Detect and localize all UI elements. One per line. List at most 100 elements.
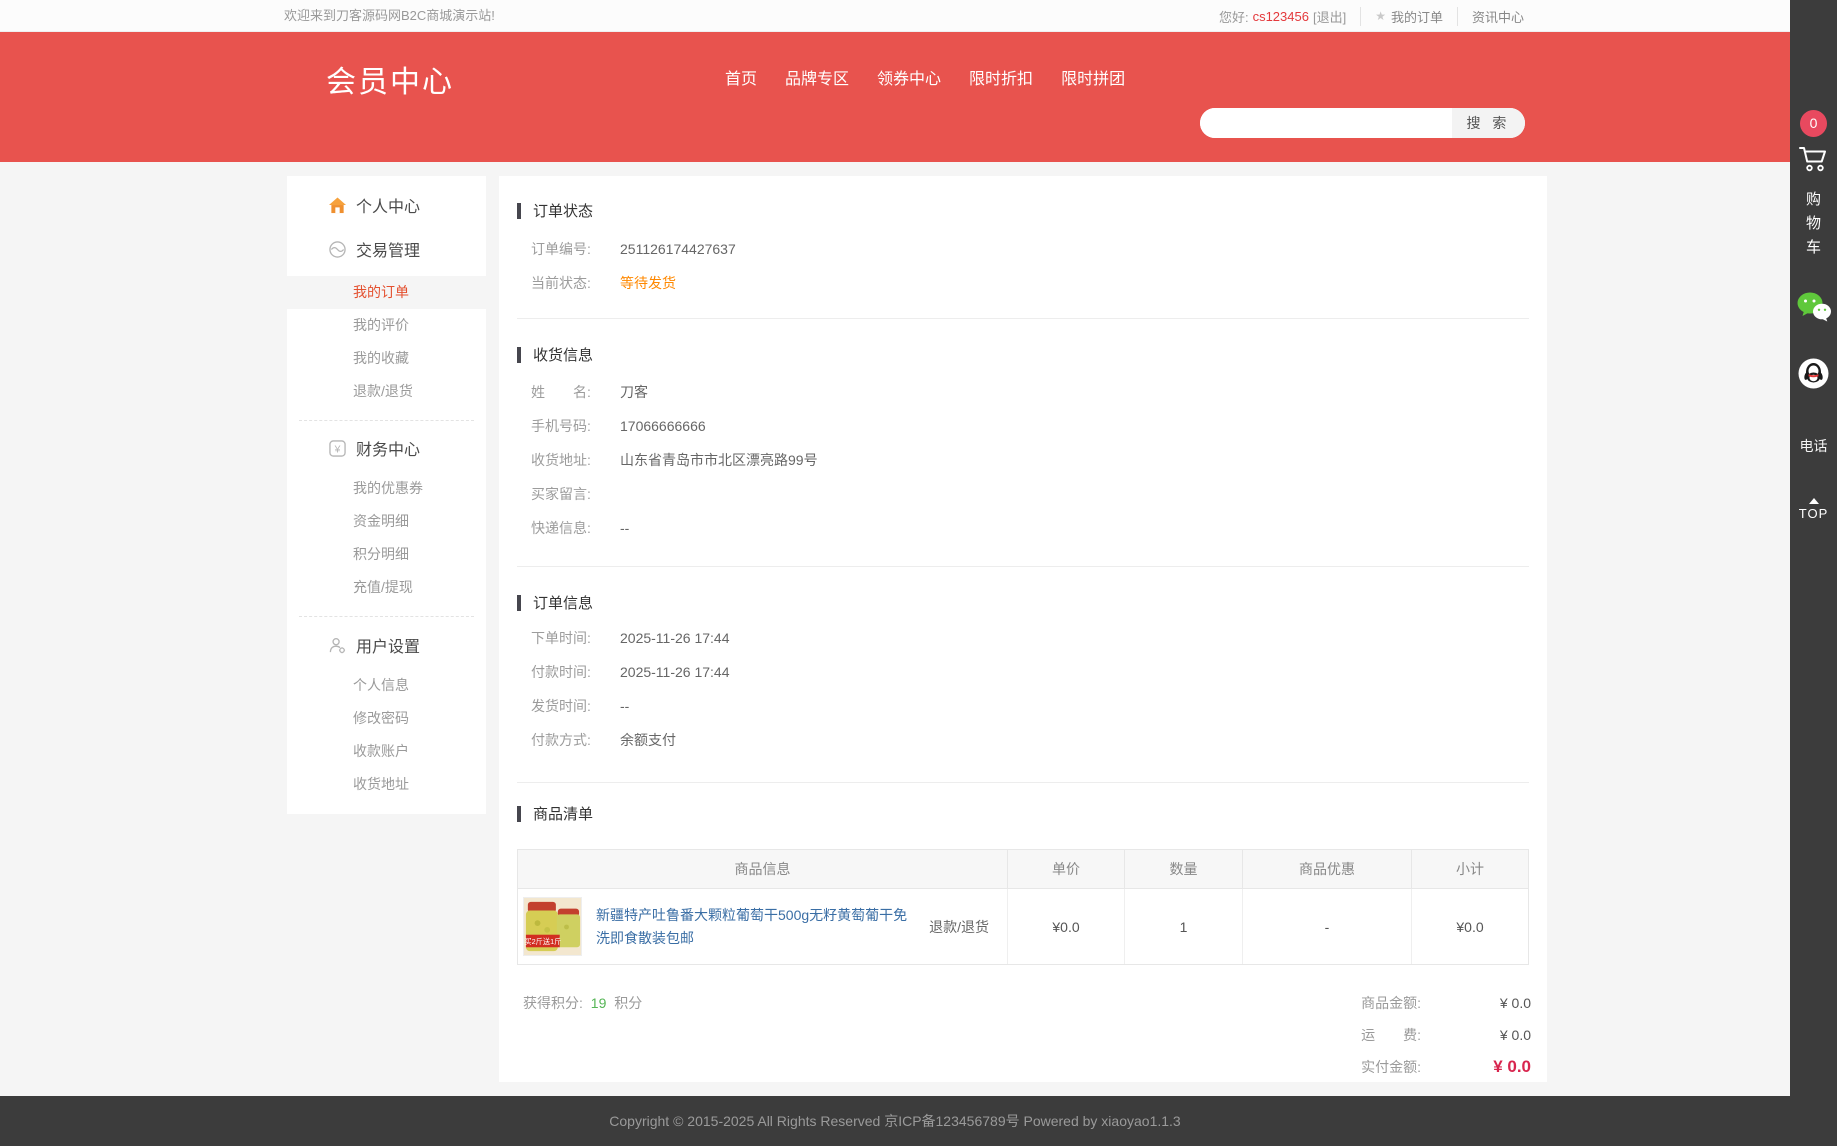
- sidebar-item-my-coupons[interactable]: 我的优惠券: [287, 472, 486, 505]
- back-to-top-button[interactable]: TOP: [1790, 498, 1837, 521]
- sidebar-section-trade[interactable]: 交易管理: [287, 234, 486, 264]
- yuan-wallet-icon: ¥: [329, 439, 346, 457]
- news-center-link[interactable]: 资讯中心: [1472, 7, 1524, 26]
- sidebar-item-refunds[interactable]: 退款/退货: [287, 375, 486, 408]
- express-row: 快递信息: --: [531, 511, 1547, 545]
- refund-link[interactable]: 退款/退货: [929, 917, 989, 937]
- order-detail-panel: 订单状态 订单编号: 251126174427637 当前状态: 等待发货 收货…: [499, 176, 1547, 1082]
- username-link[interactable]: cs123456: [1253, 9, 1309, 24]
- receiver-name-row: 姓 名: 刀客: [531, 375, 1547, 409]
- product-info-cell: 买2斤送1斤 新疆特产吐鲁番大颗粒葡萄干500g无籽黄萄葡干免洗即食散装包邮 退…: [518, 889, 1007, 964]
- my-orders-group[interactable]: ★ 我的订单: [1360, 6, 1457, 26]
- sidebar-item-shipping-address[interactable]: 收货地址: [287, 768, 486, 801]
- col-header-subtotal: 小计: [1411, 850, 1528, 888]
- section-title-order-status: 订单状态: [517, 200, 1547, 221]
- section-divider: [517, 318, 1529, 319]
- address-value: 山东省青岛市市北区漂亮路99号: [620, 452, 818, 468]
- sidebar-item-fund-details[interactable]: 资金明细: [287, 505, 486, 538]
- qq-icon[interactable]: [1798, 358, 1829, 389]
- section-title-order-info: 订单信息: [517, 592, 1547, 613]
- nav-item-group-buy[interactable]: 限时拼团: [1061, 65, 1125, 89]
- pay-method-label: 付款方式:: [531, 732, 591, 748]
- paid-time-row: 付款时间: 2025-11-26 17:44: [531, 655, 1547, 689]
- svg-text:¥: ¥: [334, 444, 341, 455]
- paid-time-value: 2025-11-26 17:44: [620, 664, 730, 680]
- news-center-group[interactable]: 资讯中心: [1456, 6, 1538, 26]
- freight-value: ¥ 0.0: [1499, 1027, 1531, 1043]
- sidebar-item-profile[interactable]: 个人信息: [287, 669, 486, 702]
- sidebar-section-settings[interactable]: 用户设置: [287, 630, 486, 660]
- status-badge: 等待发货: [620, 275, 676, 291]
- search-button[interactable]: 搜 索: [1452, 108, 1525, 138]
- sidebar-item-change-password[interactable]: 修改密码: [287, 702, 486, 735]
- top-utility-bar: 欢迎来到刀客源码网B2C商城演示站! 您好: cs123456 [退出] ★ 我…: [0, 0, 1790, 32]
- sidebar-item-my-favorites[interactable]: 我的收藏: [287, 342, 486, 375]
- goods-amount-label: 商品金额:: [1361, 995, 1421, 1011]
- payable-label: 实付金额:: [1361, 1059, 1421, 1075]
- page-title: 会员中心: [326, 66, 454, 99]
- nav-item-flash-discount[interactable]: 限时折扣: [969, 65, 1033, 89]
- nav-item-home[interactable]: 首页: [725, 65, 757, 89]
- phone-contact[interactable]: 电话: [1790, 436, 1837, 456]
- quantity-cell: 1: [1124, 889, 1242, 964]
- receiver-name-label: 姓 名:: [531, 384, 591, 400]
- col-header-discount: 商品优惠: [1242, 850, 1411, 888]
- col-header-product-info: 商品信息: [734, 861, 791, 877]
- product-title-link[interactable]: 新疆特产吐鲁番大颗粒葡萄干500g无籽黄萄葡干免洗即食散装包邮: [596, 904, 908, 950]
- sidebar-section-finance[interactable]: ¥ 财务中心: [287, 433, 486, 463]
- goods-amount-row: 商品金额: ¥ 0.0: [1361, 987, 1531, 1019]
- my-orders-link[interactable]: 我的订单: [1391, 7, 1443, 26]
- user-settings-icon: [329, 637, 346, 653]
- created-time-label: 下单时间:: [531, 630, 591, 646]
- sidebar-section-label: 交易管理: [356, 243, 421, 260]
- discount-cell: -: [1242, 889, 1411, 964]
- section-title-product-list: 商品清单: [517, 803, 1547, 824]
- address-label: 收货地址:: [531, 452, 591, 468]
- sidebar-item-my-orders[interactable]: 我的订单: [287, 276, 486, 309]
- copyright-text: Copyright © 2015-2025 All Rights Reserve…: [609, 1113, 1181, 1129]
- order-status-row: 当前状态: 等待发货: [531, 266, 1547, 300]
- col-header-quantity: 数量: [1124, 850, 1242, 888]
- goods-table-header: 商品信息 单价 数量 商品优惠 小计: [518, 850, 1528, 889]
- sidebar-section-label: 用户设置: [356, 639, 421, 656]
- sidebar-item-points-details[interactable]: 积分明细: [287, 538, 486, 571]
- goods-table-row: 买2斤送1斤 新疆特产吐鲁番大颗粒葡萄干500g无籽黄萄葡干免洗即食散装包邮 退…: [518, 889, 1528, 964]
- order-no-row: 订单编号: 251126174427637: [531, 232, 1547, 266]
- welcome-text: 欢迎来到刀客源码网B2C商城演示站!: [284, 8, 495, 23]
- logout-link[interactable]: [退出]: [1313, 7, 1346, 26]
- goods-amount-value: ¥ 0.0: [1499, 995, 1531, 1011]
- freight-label: 运 费:: [1361, 1027, 1421, 1043]
- sidebar-section-personal-center[interactable]: 个人中心: [287, 190, 486, 220]
- pay-method-value: 余额支付: [620, 732, 676, 748]
- created-time-row: 下单时间: 2025-11-26 17:44: [531, 621, 1547, 655]
- earned-points: 获得积分: 19 积分: [523, 987, 642, 1083]
- cart-label[interactable]: 购物车: [1790, 188, 1837, 260]
- sidebar-divider: [299, 420, 474, 421]
- express-value: --: [620, 520, 630, 536]
- search-bar: 搜 索: [1200, 108, 1525, 138]
- sidebar-item-payment-account[interactable]: 收款账户: [287, 735, 486, 768]
- points-value: 19: [590, 995, 607, 1011]
- shipped-time-row: 发货时间: --: [531, 689, 1547, 723]
- points-unit: 积分: [614, 995, 643, 1011]
- nav-item-coupons[interactable]: 领券中心: [877, 65, 941, 89]
- search-input[interactable]: [1200, 108, 1452, 138]
- phone-label: 手机号码:: [531, 418, 591, 434]
- address-row: 收货地址: 山东省青岛市市北区漂亮路99号: [531, 443, 1547, 477]
- topbar-right: 您好: cs123456 [退出] ★ 我的订单 资讯中心: [1205, 0, 1538, 32]
- express-label: 快递信息:: [531, 520, 591, 536]
- amount-summary: 商品金额: ¥ 0.0 运 费: ¥ 0.0 实付金额: ¥ 0.0: [1361, 987, 1531, 1083]
- order-no-value: 251126174427637: [620, 241, 736, 257]
- pay-method-row: 付款方式: 余额支付: [531, 723, 1547, 757]
- cart-icon[interactable]: [1799, 146, 1828, 173]
- wechat-icon[interactable]: [1796, 292, 1832, 322]
- product-image[interactable]: 买2斤送1斤: [523, 897, 582, 956]
- order-no-label: 订单编号:: [531, 241, 591, 257]
- site-header: 会员中心 首页 品牌专区 领券中心 限时折扣 限时拼团 搜 索: [0, 32, 1790, 162]
- product-image-badge: 买2斤送1斤: [524, 937, 561, 946]
- nav-item-brands[interactable]: 品牌专区: [785, 65, 849, 89]
- sidebar-item-my-reviews[interactable]: 我的评价: [287, 309, 486, 342]
- section-divider: [517, 782, 1529, 783]
- receiver-name-value: 刀客: [620, 384, 648, 400]
- sidebar-item-recharge-withdraw[interactable]: 充值/提现: [287, 571, 486, 604]
